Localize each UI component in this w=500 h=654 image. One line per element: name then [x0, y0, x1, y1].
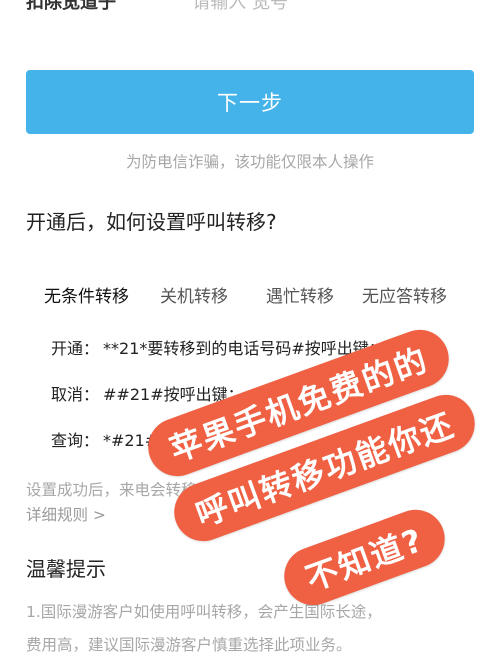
- code-row-enable: 开通： **21*要转移到的电话号码#按呼出键；: [51, 335, 385, 359]
- next-step-button[interactable]: 下一步: [26, 70, 474, 134]
- tab-power-off[interactable]: 关机转移: [160, 282, 228, 307]
- code-row-cancel: 取消： ##21#按呼出键；: [51, 381, 244, 405]
- code-value: *#21#按呼出键；: [103, 431, 239, 450]
- code-key: 开通：: [51, 339, 100, 358]
- promo-overlay-line: 呼叫转移功能你还: [166, 386, 483, 550]
- setting-note: 设置成功后，来电会转移到设置电话号码: [26, 481, 306, 499]
- tips-line: 费用高，建议国际漫游客户慎重选择此项业务。: [26, 636, 352, 654]
- next-step-label: 下一步: [217, 91, 283, 115]
- forward-type-tabs: 无条件转移 关机转移 遇忙转移 无应答转移: [26, 282, 474, 312]
- code-value: **21*要转移到的电话号码#按呼出键；: [103, 339, 385, 358]
- fraud-notice: 为防电信诈骗，该功能仅限本人操作: [125, 153, 374, 171]
- code-key: 查询：: [51, 431, 100, 450]
- code-key: 取消：: [51, 385, 100, 404]
- top-input-placeholder: 请输入 宽号: [192, 0, 288, 10]
- promo-overlay-line: 不知道?: [276, 501, 453, 614]
- tips-line: 1.国际漫游客户如使用呼叫转移，会产生国际长途，: [26, 603, 382, 621]
- tips-title: 温馨提示: [26, 557, 106, 581]
- detail-rules-link[interactable]: 详细规则 >: [26, 503, 106, 525]
- tab-busy[interactable]: 遇忙转移: [266, 282, 334, 307]
- tab-unconditional[interactable]: 无条件转移: [44, 282, 129, 307]
- code-row-query: 查询： *#21#按呼出键；: [51, 427, 238, 451]
- section-title-howto: 开通后，如何设置呼叫转移?: [26, 210, 277, 234]
- code-value: ##21#按呼出键；: [103, 385, 244, 404]
- tab-no-answer[interactable]: 无应答转移: [362, 282, 447, 307]
- top-input-row[interactable]: 扣除宽道子 请输入 宽号: [26, 0, 486, 10]
- top-input-label: 扣除宽道子: [26, 0, 116, 10]
